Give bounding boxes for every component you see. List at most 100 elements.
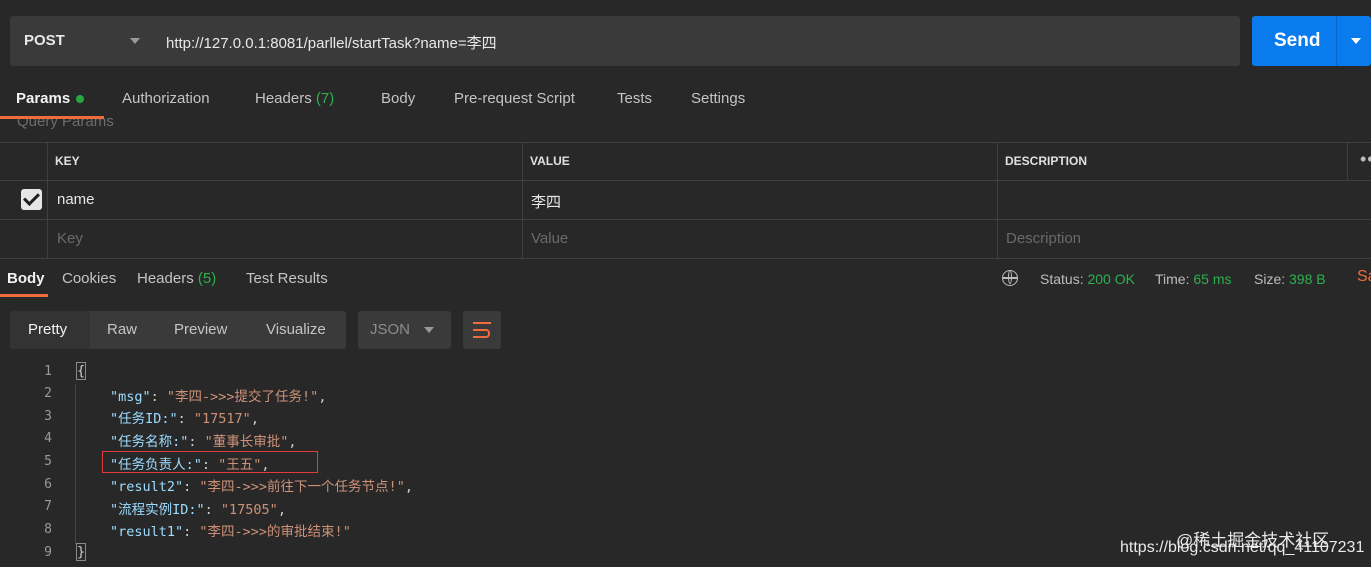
time-label: Time: — [1155, 271, 1190, 287]
param-key-cell[interactable]: name — [57, 191, 95, 208]
line-number: 6 — [44, 477, 52, 492]
tab-pre-request-script[interactable]: Pre-request Script — [454, 90, 575, 107]
param-value-cell[interactable]: 李四 — [531, 191, 561, 212]
tab-headers-label: Headers — [255, 90, 312, 107]
tab-authorization[interactable]: Authorization — [122, 90, 210, 107]
json-line: "任务ID:": "17517", — [110, 411, 259, 427]
response-tab-cookies-label: Cookies — [62, 270, 117, 287]
json-open-brace: { — [76, 362, 87, 380]
status-value: 200 OK — [1087, 271, 1135, 287]
json-line: "msg": "李四->>>提交了任务!", — [110, 389, 327, 405]
json-comma: , — [277, 502, 286, 518]
tab-settings[interactable]: Settings — [691, 90, 745, 107]
time-value: 65 ms — [1193, 271, 1232, 287]
size-indicator: Size: 398 B — [1254, 271, 1326, 287]
tab-authorization-label: Authorization — [122, 90, 210, 107]
more-options-icon[interactable]: •• — [1360, 149, 1371, 170]
new-key-input[interactable]: Key — [57, 230, 83, 247]
format-label: JSON — [370, 321, 411, 338]
table-border-top — [0, 142, 1371, 143]
json-value: "17517" — [193, 411, 251, 427]
table-col-divider — [47, 142, 48, 258]
response-tab-headers-count: (5) — [197, 270, 217, 287]
view-preview-button[interactable]: Preview — [174, 321, 227, 338]
view-raw-button[interactable]: Raw — [107, 321, 137, 338]
json-value: "17505" — [220, 502, 278, 518]
line-number: 9 — [44, 545, 52, 560]
view-mode-group: Pretty Raw Preview Visualize — [10, 311, 346, 349]
json-value: "李四->>>前往下一个任务节点!" — [199, 479, 405, 495]
response-tab-body[interactable]: Body — [7, 270, 45, 287]
json-key: "msg" — [110, 389, 151, 405]
url-text: http://127.0.0.1:8081/parllel/startTask?… — [166, 35, 497, 52]
save-response-button[interactable]: Sa — [1357, 268, 1371, 286]
json-comma: , — [318, 389, 327, 405]
view-pretty-button[interactable]: Pretty — [28, 321, 67, 338]
table-col-divider — [997, 142, 998, 258]
column-header-description: DESCRIPTION — [1005, 154, 1088, 168]
line-number: 1 — [44, 364, 52, 379]
response-tab-body-label: Body — [7, 270, 45, 287]
tab-body[interactable]: Body — [381, 90, 415, 107]
size-value: 398 B — [1289, 271, 1326, 287]
json-value: "李四->>>的审批结束!" — [199, 524, 351, 540]
send-button[interactable]: Send — [1252, 16, 1371, 66]
line-number: 3 — [44, 409, 52, 424]
new-value-input[interactable]: Value — [531, 230, 568, 247]
tab-pre-request-label: Pre-request Script — [454, 90, 575, 107]
send-divider — [1336, 16, 1337, 66]
send-label: Send — [1274, 30, 1321, 51]
new-description-input[interactable]: Description — [1006, 230, 1081, 247]
json-key: "任务名称:" — [110, 434, 189, 450]
response-tab-headers-label: Headers — [137, 270, 194, 287]
json-line: "result1": "李四->>>的审批结束!" — [110, 524, 351, 540]
json-key: "result1" — [110, 524, 184, 540]
method-label: POST — [24, 32, 65, 49]
line-number: 5 — [44, 454, 52, 469]
json-line: "流程实例ID:": "17505", — [110, 502, 286, 518]
json-line: "任务名称:": "董事长审批", — [110, 434, 297, 450]
response-tab-test-results[interactable]: Test Results — [246, 270, 328, 287]
line-number: 7 — [44, 499, 52, 514]
wrap-lines-button[interactable] — [463, 311, 501, 349]
column-header-value: VALUE — [530, 154, 570, 168]
table-border — [0, 180, 1371, 181]
json-key: "任务ID:" — [110, 411, 178, 427]
param-enabled-checkbox[interactable] — [21, 189, 42, 210]
line-number: 8 — [44, 522, 52, 537]
highlight-annotation — [102, 451, 318, 473]
table-border — [0, 219, 1371, 220]
time-indicator: Time: 65 ms — [1155, 271, 1232, 287]
json-line: "result2": "李四->>>前往下一个任务节点!", — [110, 479, 413, 495]
tab-headers[interactable]: Headers (7) — [255, 90, 334, 107]
table-border-bottom — [0, 258, 1371, 259]
indent-guide — [75, 384, 76, 544]
response-tab-headers[interactable]: Headers (5) — [137, 270, 216, 287]
check-icon — [23, 189, 40, 206]
chevron-down-icon — [424, 327, 434, 333]
wrap-lines-icon-tail — [473, 336, 481, 338]
tab-tests[interactable]: Tests — [617, 90, 652, 107]
active-response-tab-underline — [0, 294, 48, 297]
tab-params[interactable]: Params — [16, 90, 85, 107]
json-comma: , — [404, 479, 413, 495]
line-number: 2 — [44, 386, 52, 401]
view-visualize-button[interactable]: Visualize — [266, 321, 326, 338]
column-header-key: KEY — [55, 154, 80, 168]
format-select[interactable]: JSON — [358, 311, 451, 349]
response-tab-cookies[interactable]: Cookies — [62, 270, 116, 287]
json-comma: , — [288, 434, 297, 450]
active-dot-icon — [76, 95, 85, 104]
chevron-down-icon[interactable] — [1351, 38, 1361, 44]
globe-icon[interactable] — [1002, 270, 1018, 286]
line-number: 4 — [44, 431, 52, 446]
method-select[interactable]: POST — [10, 16, 152, 66]
tab-settings-label: Settings — [691, 90, 746, 107]
json-close-brace: } — [76, 543, 87, 561]
table-col-divider — [522, 142, 523, 258]
tab-tests-label: Tests — [617, 90, 653, 107]
watermark-url: https://blog.csdn.net/qq_41107231 — [1120, 539, 1365, 556]
url-input[interactable]: http://127.0.0.1:8081/parllel/startTask?… — [152, 16, 1240, 66]
json-value: "李四->>>提交了任务!" — [166, 389, 319, 405]
active-tab-underline — [0, 116, 104, 119]
